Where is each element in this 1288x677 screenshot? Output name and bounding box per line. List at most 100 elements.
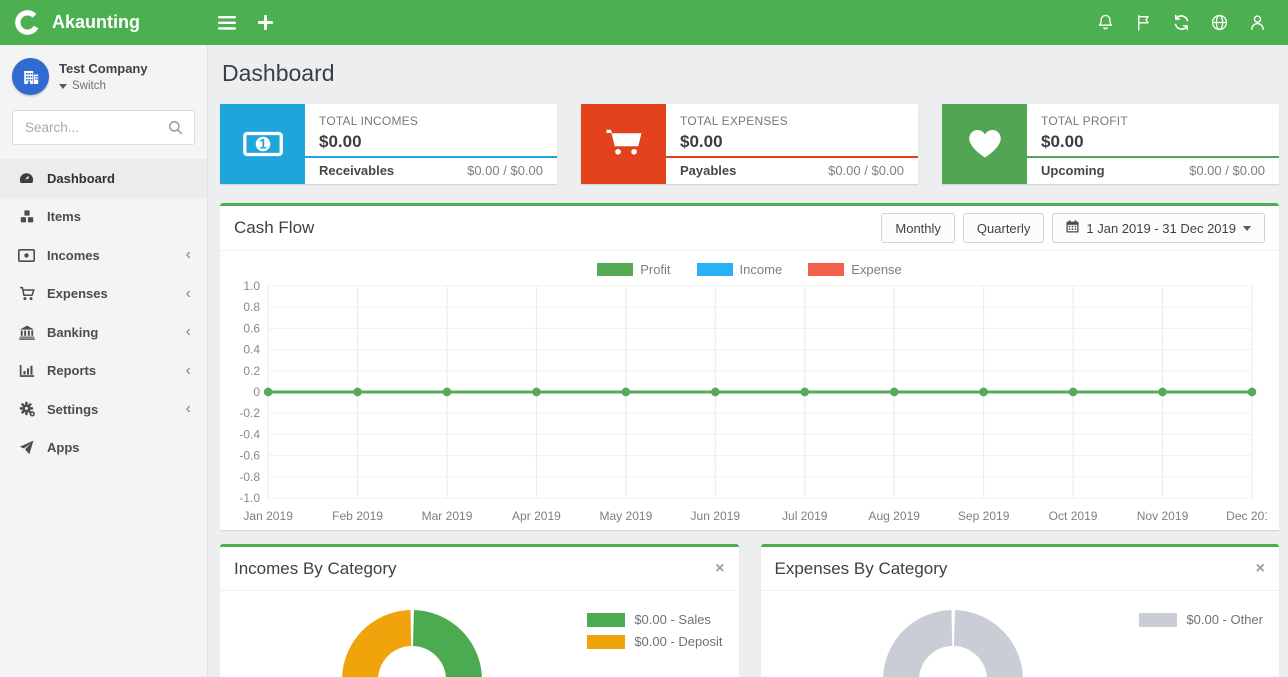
cash-flow-chart: 1.0 0.8 0.6 0.4 0.2 0 -0.2 -0.4 -0.6 -0.8 -1.0 Jan …	[239, 279, 1267, 523]
akaunting-logo-icon	[13, 8, 42, 37]
globe-icon[interactable]	[1200, 0, 1238, 45]
cart-icon	[18, 286, 35, 301]
expenses-donut-chart	[882, 610, 1023, 677]
svg-text:Jun 2019: Jun 2019	[691, 509, 741, 523]
legend-item-deposit: $0.00 - Deposit	[587, 634, 723, 649]
svg-text:1.0: 1.0	[243, 279, 260, 293]
expenses-legend: $0.00 - Other	[1139, 612, 1263, 627]
close-icon[interactable]: ×	[715, 560, 724, 577]
company-name: Test Company	[59, 61, 148, 76]
svg-text:Jul 2019: Jul 2019	[782, 509, 828, 523]
date-range-button[interactable]: 1 Jan 2019 - 31 Dec 2019	[1052, 213, 1265, 243]
legend-item-profit: Profit	[597, 262, 671, 277]
stat-label: TOTAL INCOMES	[319, 114, 419, 128]
svg-text:Dec 2019: Dec 2019	[1226, 509, 1267, 523]
sidebar-item-items[interactable]: Items	[0, 198, 207, 237]
main-content: Dashboard 1 TOTAL INCOMES $0.00 Receivab…	[208, 45, 1288, 677]
stat-footer-label: Receivables	[319, 163, 395, 178]
sidebar-item-apps[interactable]: Apps	[0, 429, 207, 468]
svg-text:-0.6: -0.6	[239, 449, 260, 463]
cogs-icon	[18, 401, 35, 417]
sidebar-item-banking[interactable]: Banking ‹	[0, 313, 207, 352]
stat-footer-label: Payables	[680, 163, 737, 178]
svg-text:0.2: 0.2	[243, 364, 260, 378]
user-icon[interactable]	[1238, 0, 1276, 45]
svg-text:-0.4: -0.4	[239, 427, 260, 441]
notifications-bell-icon[interactable]	[1086, 0, 1124, 45]
chevron-left-icon: ‹	[185, 284, 191, 302]
stat-footer-value: $0.00 / $0.00	[828, 163, 904, 178]
stat-footer-label: Upcoming	[1041, 163, 1105, 178]
chevron-left-icon: ‹	[185, 323, 191, 341]
svg-text:0: 0	[253, 385, 260, 399]
sidebar-item-label: Reports	[47, 363, 97, 379]
refresh-icon[interactable]	[1162, 0, 1200, 45]
search-icon[interactable]	[168, 120, 183, 140]
sidebar-item-settings[interactable]: Settings ‹	[0, 390, 207, 429]
sidebar-item-dashboard[interactable]: Dashboard	[0, 159, 207, 198]
page-title: Dashboard	[222, 60, 335, 86]
company-switcher[interactable]: Test Company Switch	[0, 45, 207, 104]
sidebar-item-incomes[interactable]: Incomes ‹	[0, 236, 207, 275]
brand-title: Akaunting	[52, 12, 140, 32]
total-expenses-card[interactable]: TOTAL EXPENSES $0.00 Payables $0.00 / $0…	[581, 104, 918, 184]
sidebar-menu: Dashboard Items Incomes ‹ Expenses ‹ Ban…	[0, 159, 207, 467]
sidebar-item-label: Items	[47, 209, 81, 225]
expenses-by-category-panel: Expenses By Category × $0.00 - Other	[760, 544, 1279, 677]
svg-text:-0.8: -0.8	[239, 470, 260, 484]
quick-add-plus-icon[interactable]	[246, 0, 284, 45]
stat-amount: $0.00	[680, 132, 723, 151]
sidebar-item-label: Expenses	[47, 286, 108, 302]
svg-text:May 2019: May 2019	[599, 509, 652, 523]
incomes-donut-chart	[342, 610, 482, 677]
expenses-by-category-title: Expenses By Category	[774, 558, 948, 578]
sidebar-item-label: Apps	[47, 440, 80, 456]
legend-item-sales: $0.00 - Sales	[587, 612, 722, 627]
monthly-button[interactable]: Monthly	[881, 213, 955, 243]
svg-text:-1.0: -1.0	[239, 491, 260, 505]
calendar-icon	[1066, 220, 1079, 236]
brand[interactable]: Akaunting	[0, 8, 208, 37]
incomes-legend: $0.00 - Sales $0.00 - Deposit	[587, 612, 723, 649]
caret-down-icon	[59, 83, 67, 89]
shopping-cart-icon	[581, 104, 666, 184]
money-icon	[18, 248, 35, 262]
quarterly-button[interactable]: Quarterly	[962, 213, 1045, 243]
legend-item-expense: Expense	[808, 262, 902, 277]
flag-icon[interactable]	[1124, 0, 1162, 45]
svg-text:Sep 2019: Sep 2019	[958, 509, 1010, 523]
close-icon[interactable]: ×	[1256, 560, 1265, 577]
cash-flow-title: Cash Flow	[234, 218, 315, 237]
sidebar-item-label: Incomes	[47, 247, 100, 263]
stat-amount: $0.00	[1041, 132, 1084, 151]
total-incomes-card[interactable]: 1 TOTAL INCOMES $0.00 Receivables $0.00 …	[220, 104, 557, 184]
sidebar: Test Company Switch Da	[0, 45, 208, 677]
svg-text:Nov 2019: Nov 2019	[1137, 509, 1189, 523]
svg-text:Oct 2019: Oct 2019	[1049, 509, 1098, 523]
stat-label: TOTAL EXPENSES	[680, 114, 788, 128]
legend-item-other: $0.00 - Other	[1139, 612, 1263, 627]
sidebar-item-label: Settings	[47, 401, 99, 417]
svg-text:-0.2: -0.2	[239, 406, 260, 420]
incomes-by-category-title: Incomes By Category	[234, 558, 397, 578]
stat-footer-value: $0.00 / $0.00	[467, 163, 543, 178]
paper-plane-icon	[18, 440, 35, 455]
cash-flow-panel: Cash Flow Monthly Quarterly 1 Jan 2019 -…	[220, 203, 1279, 530]
chevron-left-icon: ‹	[185, 246, 191, 264]
sidebar-item-label: Dashboard	[47, 170, 115, 186]
company-switch-button[interactable]: Switch	[59, 80, 148, 92]
sidebar-item-reports[interactable]: Reports ‹	[0, 352, 207, 391]
chevron-left-icon: ‹	[185, 400, 191, 418]
sidebar-item-expenses[interactable]: Expenses ‹	[0, 275, 207, 314]
heart-icon	[942, 104, 1027, 184]
bar-chart-icon	[18, 363, 35, 378]
svg-text:Mar 2019: Mar 2019	[422, 509, 473, 523]
caret-down-icon	[1243, 225, 1251, 231]
total-profit-card[interactable]: TOTAL PROFIT $0.00 Upcoming $0.00 / $0.0…	[942, 104, 1279, 184]
hamburger-menu-icon[interactable]	[208, 0, 246, 45]
sidebar-search	[0, 104, 207, 147]
switch-label: Switch	[72, 80, 106, 92]
top-navbar: Akaunting	[0, 0, 1288, 45]
date-range-label: 1 Jan 2019 - 31 Dec 2019	[1086, 220, 1236, 236]
akaunting-app: Akaunting Test Company Switch Search... …	[0, 0, 1288, 677]
